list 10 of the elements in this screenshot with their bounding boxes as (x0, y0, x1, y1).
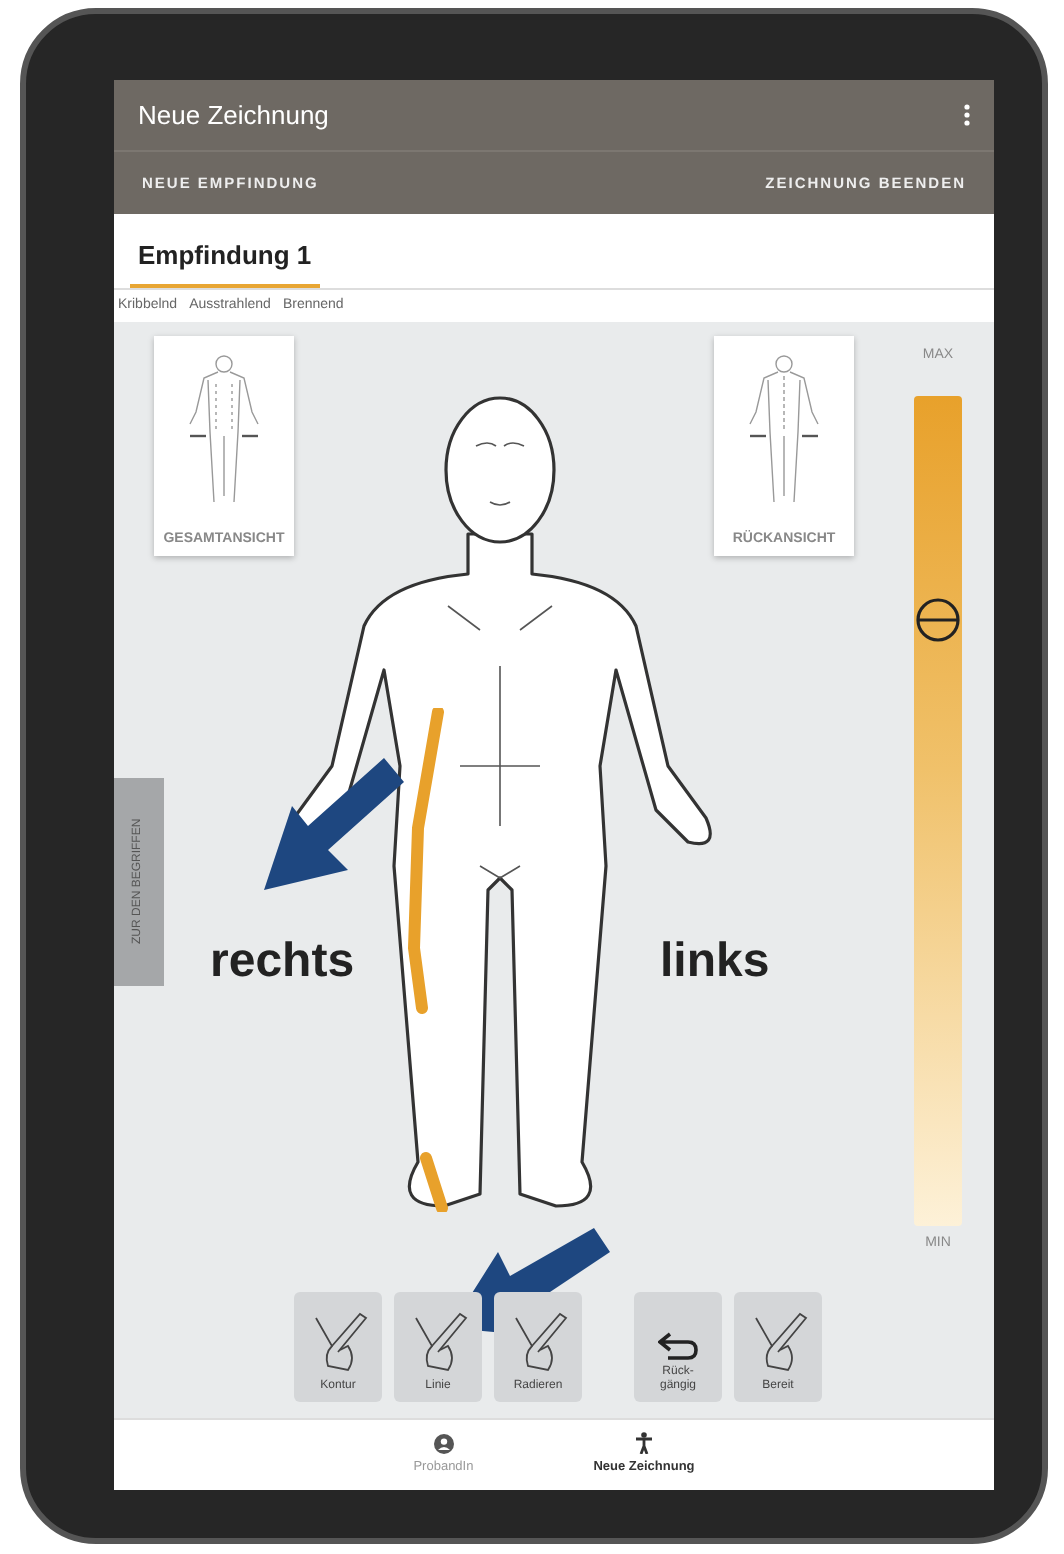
tab[interactable]: Empfindung 1 (130, 235, 320, 288)
side-label: links (660, 932, 770, 992)
pointer-arrow (264, 758, 408, 894)
figure-icon (634, 1432, 654, 1455)
side-label: rechts (210, 932, 355, 992)
person-icon (433, 1433, 454, 1454)
more-options-icon[interactable] (964, 104, 970, 126)
slider-thumb[interactable] (914, 594, 962, 647)
undo-icon (658, 1332, 698, 1361)
app-title: Neue Zeichnung (138, 97, 329, 134)
